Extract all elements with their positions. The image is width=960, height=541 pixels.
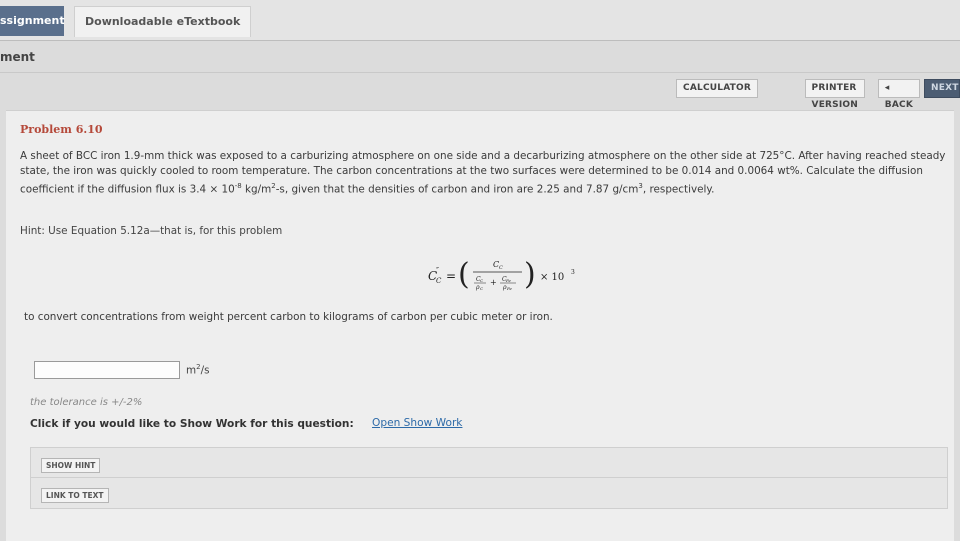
eq-times-exp: 3	[571, 269, 575, 276]
eq-plus: +	[490, 278, 497, 287]
show-hint-button[interactable]: SHOW HINT	[41, 458, 101, 473]
problem-text-part2: kg/m	[241, 183, 272, 196]
top-tab-bar: ssignment Downloadable eTextbook	[0, 0, 960, 41]
eq-den1-rho-sub: C	[480, 286, 483, 291]
tolerance-note: the tolerance is +/-2%	[30, 397, 143, 408]
equation: C ″ C = ( C C C C ρ C + C Fe ρ Fe ) × 10…	[428, 257, 575, 292]
tab-downloadable-etextbook[interactable]: Downloadable eTextbook	[74, 6, 252, 37]
problem-text-part3: -s, given that the densities of carbon a…	[275, 183, 639, 196]
eq-den2-sub: Fe	[505, 278, 512, 283]
eq-left-paren: (	[458, 257, 470, 292]
hint-box: SHOW HINT	[30, 447, 948, 479]
eq-den1-sub: C	[480, 278, 483, 283]
answer-input[interactable]	[34, 361, 180, 379]
problem-title: Problem 6.10	[20, 123, 103, 136]
eq-times: × 10	[540, 272, 564, 283]
eq-lhs-sub: C	[436, 277, 442, 285]
next-button[interactable]: NEXT	[924, 79, 960, 98]
eq-right-paren: )	[524, 257, 536, 292]
eq-equals: =	[446, 269, 456, 283]
open-show-work-link[interactable]: Open Show Work	[372, 417, 462, 429]
problem-text-part4: , respectively.	[642, 183, 715, 196]
link-box: LINK TO TEXT	[30, 477, 948, 509]
link-to-text-button[interactable]: LINK TO TEXT	[41, 488, 109, 503]
answer-unit: m2/s	[186, 363, 210, 376]
unit-base: m	[186, 364, 197, 377]
eq-den2-rho-sub: Fe	[506, 286, 513, 291]
tab-assignment[interactable]: ssignment	[0, 6, 65, 36]
unit-tail: /s	[200, 364, 210, 377]
show-work-label: Click if you would like to Show Work for…	[30, 418, 354, 430]
divider	[0, 72, 960, 73]
printer-version-button[interactable]: PRINTER VERSION	[804, 79, 865, 110]
flux-exponent: -8	[234, 182, 242, 190]
problem-statement: A sheet of BCC iron 1.9-mm thick was exp…	[20, 149, 950, 197]
back-button[interactable]: ◂ BACK	[877, 79, 920, 110]
eq-num-sub: C	[499, 265, 503, 271]
section-label: ment	[0, 50, 35, 64]
hint-text: Hint: Use Equation 5.12a—that is, for th…	[20, 225, 283, 237]
conversion-text: to convert concentrations from weight pe…	[24, 311, 553, 323]
eq-lhs-sup: ″	[436, 266, 439, 275]
question-panel: Problem 6.10 A sheet of BCC iron 1.9-mm …	[6, 110, 954, 541]
calculator-button[interactable]: CALCULATOR	[676, 79, 758, 98]
